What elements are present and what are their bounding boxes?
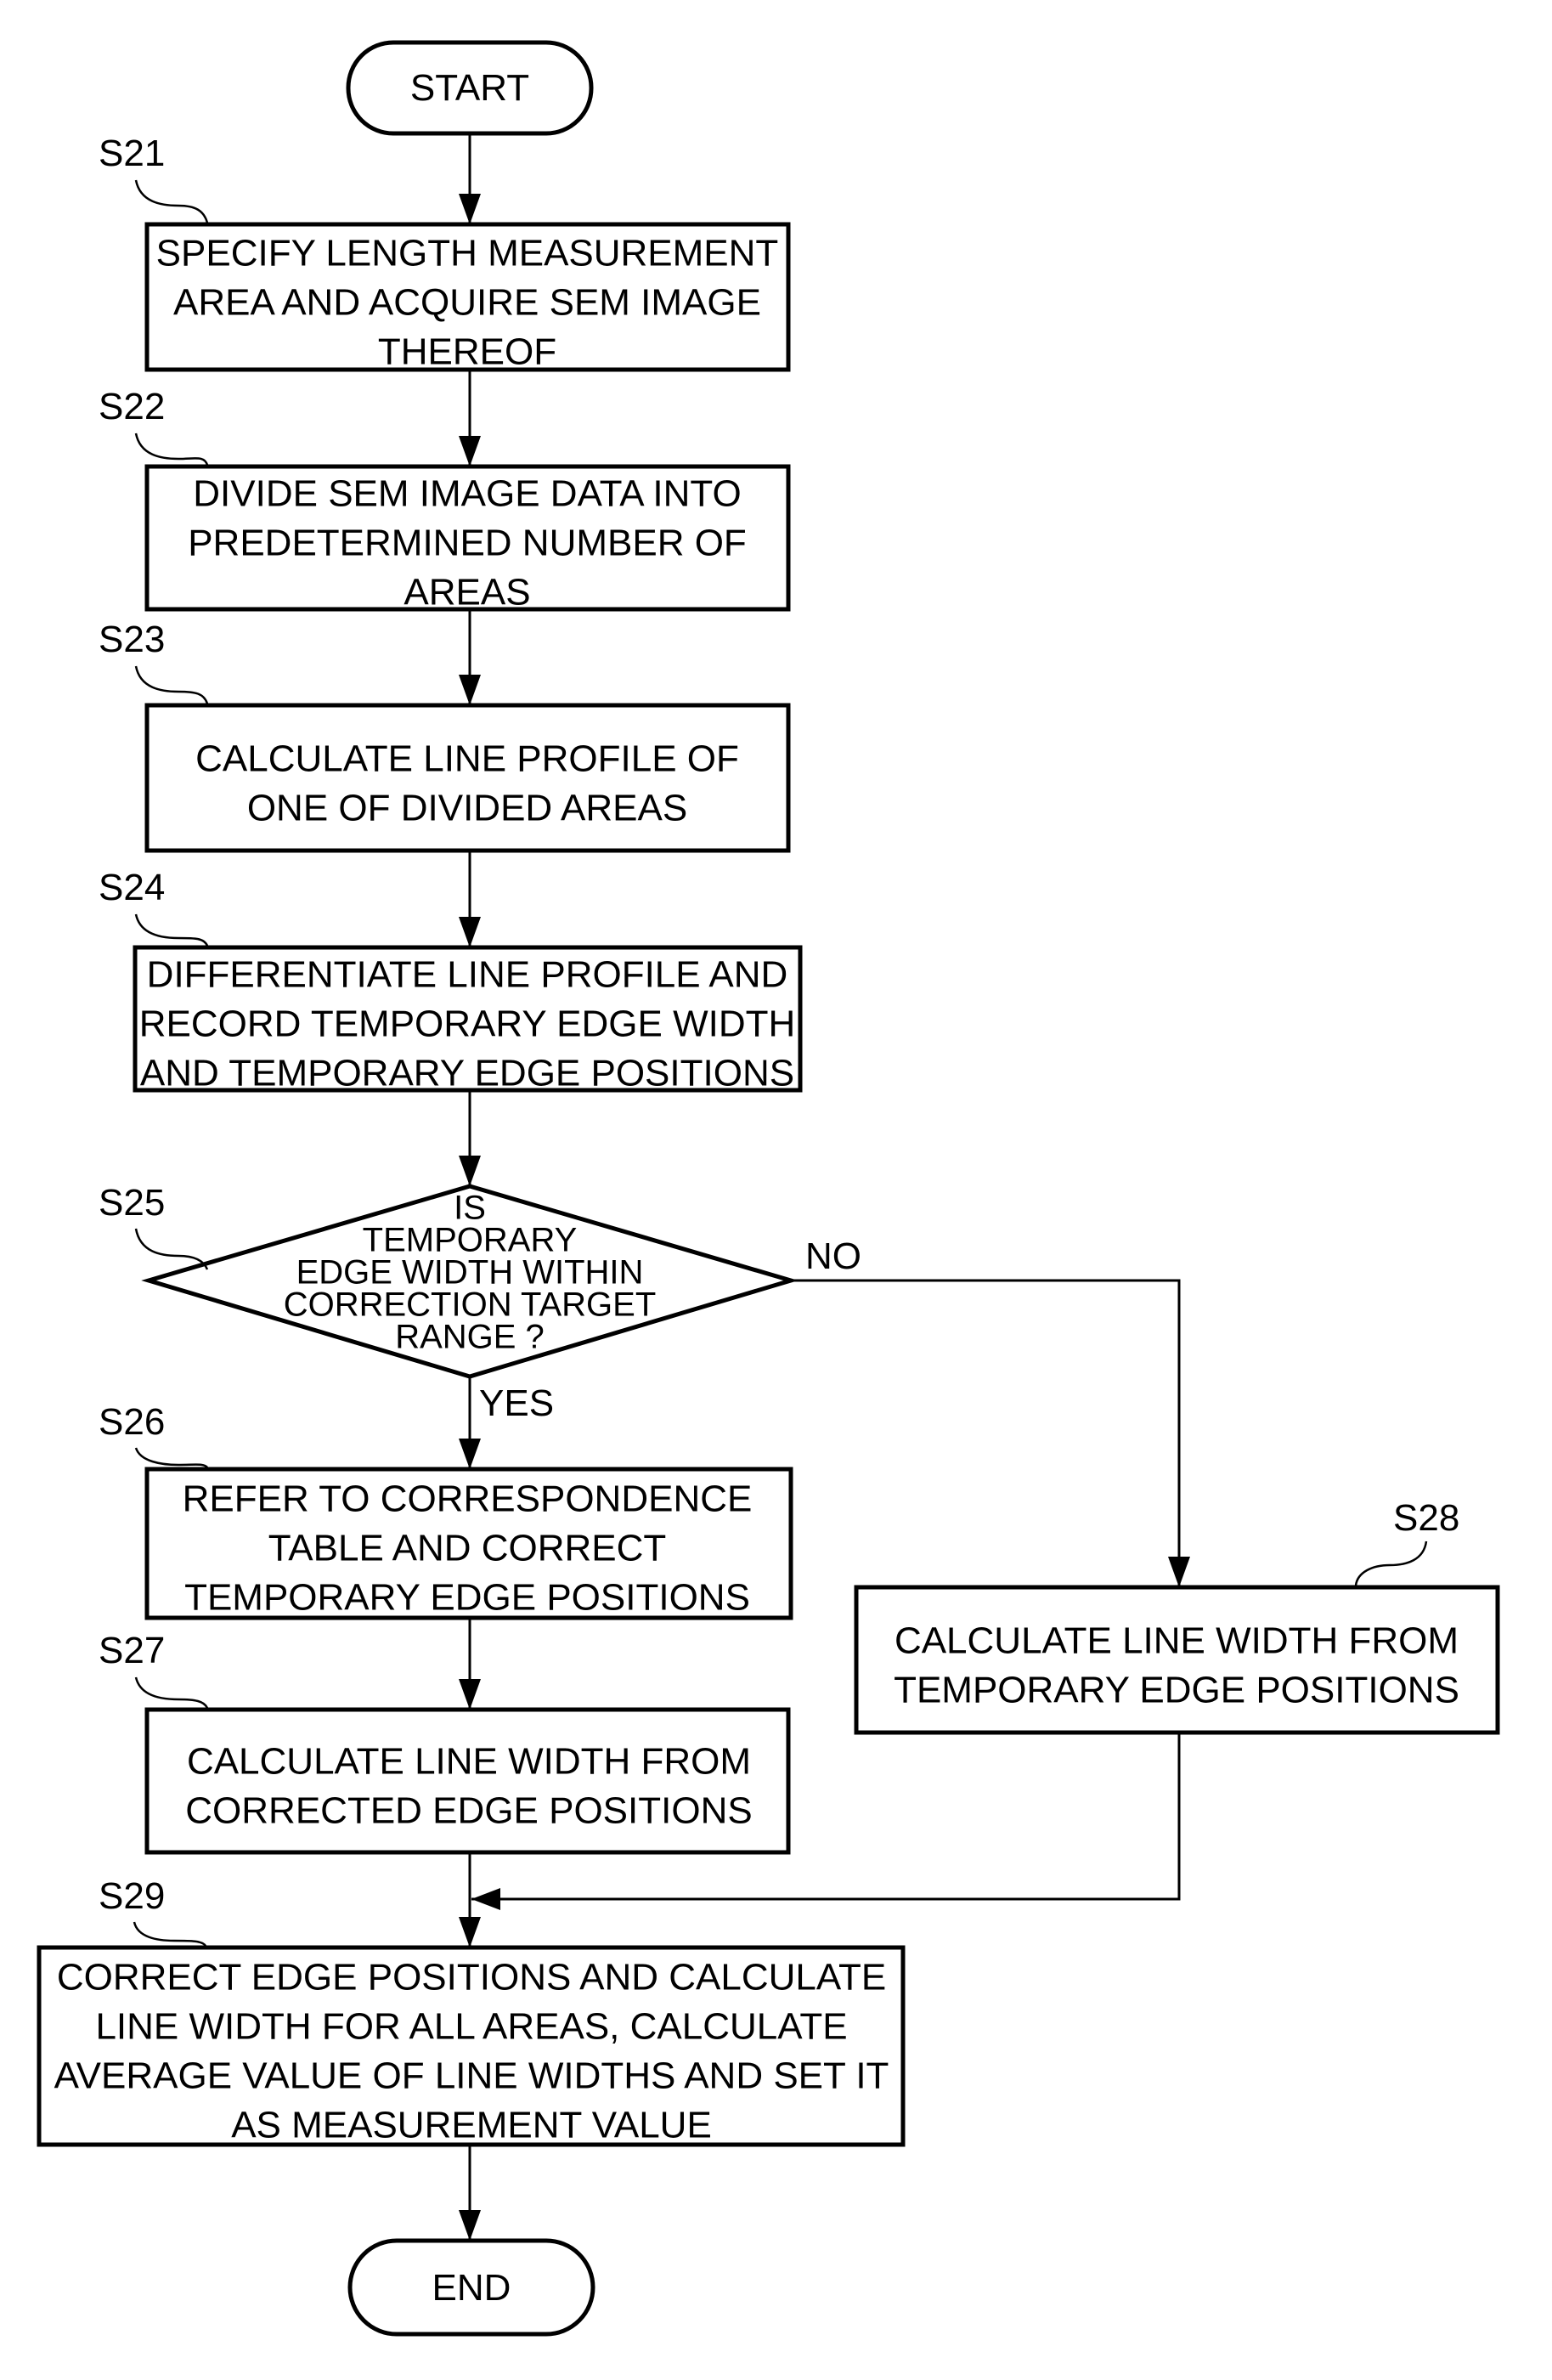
flowchart: START SPECIFY LENGTH MEASUREMENT AREA AND… [37,40,1500,2337]
step-text-line: CORRECT EDGE POSITIONS AND CALCULATE [57,1956,886,1998]
step-label-s27: S27 [99,1630,165,1671]
step-text-line: AVERAGE VALUE OF LINE WIDTHS AND SET IT [54,2055,889,2096]
step-label-s26: S26 [99,1401,165,1443]
step-text-line: PREDETERMINED NUMBER OF [188,522,747,563]
step-text-line: RECORD TEMPORARY EDGE WIDTH [139,1003,796,1044]
leader-s23 [134,665,209,704]
step-text-line: AREA AND ACQUIRE SEM IMAGE [173,281,761,323]
step-s21-box: SPECIFY LENGTH MEASUREMENT AREA AND ACQUI… [144,222,791,372]
end-terminal: END [347,2238,595,2337]
connectors [468,133,1181,2239]
step-s25-decision: IS TEMPORARY EDGE WIDTH WITHIN CORRECTION T… [141,1184,799,1379]
step-text-line: AND TEMPORARY EDGE POSITIONS [140,1052,794,1094]
arrowhead-icon [459,1439,481,1469]
step-text-line: TEMPORARY EDGE POSITIONS [184,1576,750,1618]
arrowhead-icon [1168,1557,1190,1587]
step-s24-box: DIFFERENTIATE LINE PROFILE AND RECORD TEM… [133,945,803,1094]
arrowhead-icon [459,917,481,947]
step-text-line: DIVIDE SEM IMAGE DATA INTO [193,472,741,514]
step-label-s23: S23 [99,619,165,660]
step-s23-box: CALCULATE LINE PROFILE OF ONE OF DIVIDED … [144,703,791,853]
step-label-s25: S25 [99,1182,165,1224]
leader-s29 [133,1921,207,1947]
arrowhead-icon [459,1917,481,1948]
step-text-line: AS MEASUREMENT VALUE [231,2104,712,2145]
start-label: START [410,67,529,109]
step-text-line: THEREOF [378,331,556,372]
edge-s25-s28-no [791,1279,1181,1586]
leader-s27 [134,1676,209,1709]
leader-s28 [1354,1540,1428,1586]
step-text-line: RANGE ? [395,1318,545,1355]
step-text-line: TABLE AND CORRECT [268,1527,667,1569]
step-s26-box: REFER TO CORRESPONDENCE TABLE AND CORRECT… [144,1467,793,1620]
end-label: END [432,2267,511,2309]
step-label-s29: S29 [99,1875,165,1917]
step-text-line: CALCULATE LINE WIDTH FROM [895,1620,1459,1661]
leader-s22 [134,432,209,466]
step-text-line: ONE OF DIVIDED AREAS [247,787,687,828]
leader-s26 [134,1447,208,1468]
step-text-line: LINE WIDTH FOR ALL AREAS, CALCULATE [95,2005,847,2047]
arrowhead-icon [459,1679,481,1710]
step-label-s24: S24 [99,867,165,908]
arrowhead-icon [459,194,481,224]
step-text-line: AREAS [404,571,530,613]
step-label-s28: S28 [1393,1497,1459,1539]
arrowhead-icon [459,2210,481,2241]
leader-s21 [134,179,209,223]
step-text-line: TEMPORARY EDGE POSITIONS [894,1669,1459,1710]
start-terminal: START [346,40,594,136]
arrowhead-icon [459,436,481,466]
step-s24-text: DIFFERENTIATE LINE PROFILE AND RECORD TEM… [139,953,796,1094]
step-text-line: REFER TO CORRESPONDENCE [183,1478,753,1519]
step-text-line: SPECIFY LENGTH MEASUREMENT [156,232,779,274]
step-s28-box: CALCULATE LINE WIDTH FROM TEMPORARY EDGE … [854,1585,1500,1735]
leader-s25 [134,1228,209,1270]
leader-s24 [134,913,209,947]
step-text-line: CORRECTED EDGE POSITIONS [185,1789,752,1831]
step-text-line: DIFFERENTIATE LINE PROFILE AND [147,953,788,995]
arrowhead-icon [471,1888,500,1910]
arrowhead-icon [459,1156,481,1186]
branch-no-label: NO [805,1235,861,1277]
branch-yes-label: YES [479,1382,554,1424]
step-label-s22: S22 [99,386,165,427]
step-text-line: CALCULATE LINE WIDTH FROM [187,1740,751,1782]
arrowhead-icon [459,675,481,705]
step-text-line: CALCULATE LINE PROFILE OF [195,738,739,779]
step-label-s21: S21 [99,133,165,174]
step-s29-box: CORRECT EDGE POSITIONS AND CALCULATE LINE… [37,1945,906,2147]
step-s22-box: DIVIDE SEM IMAGE DATA INTO PREDETERMINED … [144,464,791,613]
step-s27-box: CALCULATE LINE WIDTH FROM CORRECTED EDGE … [144,1707,791,1855]
